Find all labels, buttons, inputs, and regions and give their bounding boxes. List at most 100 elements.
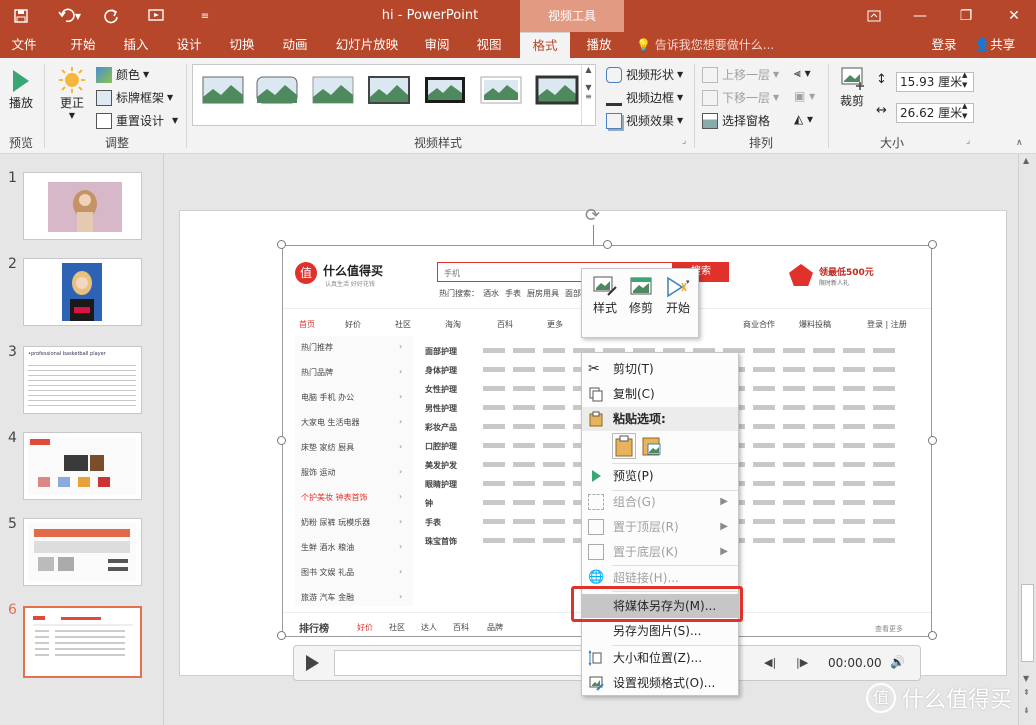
- menu-item-copy[interactable]: 复制(C): [582, 382, 738, 406]
- minimize-icon[interactable]: —: [904, 0, 936, 32]
- slide-image: [28, 523, 136, 581]
- menu-item-preview[interactable]: 预览(P): [582, 464, 738, 488]
- play-button[interactable]: 播放: [6, 68, 36, 111]
- resize-handle-w[interactable]: [277, 436, 286, 445]
- menu-label: 剪切(T): [613, 362, 654, 376]
- group-separator: [186, 64, 187, 148]
- align-icon[interactable]: ⫷ ▾: [794, 66, 811, 81]
- poster-frame-button[interactable]: 标牌框架 ▼: [96, 89, 173, 106]
- resize-handle-e[interactable]: [928, 436, 937, 445]
- tab-review[interactable]: 审阅: [414, 32, 460, 58]
- width-spinner[interactable]: ▲ ▼: [962, 101, 967, 121]
- mini-start-button[interactable]: ▾ 开始: [662, 275, 694, 335]
- resize-handle-ne[interactable]: [928, 240, 937, 249]
- ribbon-display-icon[interactable]: [858, 0, 890, 32]
- height-spinner[interactable]: ▲ ▼: [962, 70, 967, 90]
- menu-item-send-to-back[interactable]: 置于底层(K) ▶: [582, 540, 738, 564]
- video-border-button[interactable]: 视频边框 ▼: [606, 89, 683, 106]
- video-style-7[interactable]: [535, 73, 579, 109]
- tab-design[interactable]: 设计: [166, 32, 212, 58]
- paste-icon: [588, 411, 604, 427]
- slide-thumbnail-4[interactable]: [23, 432, 142, 500]
- video-style-3[interactable]: [311, 73, 355, 109]
- menu-item-cut[interactable]: ✂ 剪切(T): [582, 357, 738, 381]
- tab-home[interactable]: 开始: [58, 32, 108, 58]
- gallery-scroll[interactable]: ▲ ▼ ≡: [581, 65, 595, 125]
- send-backward-button[interactable]: 下移一层 ▼: [702, 89, 779, 106]
- restore-icon[interactable]: ❐: [950, 0, 982, 32]
- resize-handle-se[interactable]: [928, 631, 937, 640]
- scroll-thumb[interactable]: [1021, 584, 1034, 662]
- tab-animations[interactable]: 动画: [272, 32, 318, 58]
- tab-slideshow[interactable]: 幻灯片放映: [326, 32, 408, 58]
- resize-handle-sw[interactable]: [277, 631, 286, 640]
- dialog-launcher-icon[interactable]: ⌟: [966, 136, 970, 146]
- paste-keep-formatting-icon[interactable]: [612, 433, 636, 459]
- reset-design-button[interactable]: 重置设计 ▼: [96, 112, 178, 129]
- crop-button[interactable]: 裁剪: [836, 66, 868, 109]
- share-button[interactable]: 👤共享: [970, 32, 1020, 58]
- group-objects-icon[interactable]: ▣ ▾: [794, 89, 815, 103]
- video-style-5[interactable]: [423, 73, 467, 109]
- menu-item-format-video[interactable]: 设置视频格式(O)...: [582, 671, 738, 695]
- video-timeline[interactable]: [334, 650, 594, 676]
- collapse-ribbon-icon[interactable]: ∧: [1016, 138, 1023, 148]
- tab-playback[interactable]: 播放: [576, 32, 622, 58]
- login-link[interactable]: 登录: [926, 32, 962, 58]
- slide-thumbnail-6[interactable]: [23, 606, 142, 678]
- site-bottom-tab: 排行榜: [299, 624, 329, 635]
- slide-thumbnail-1[interactable]: [23, 172, 142, 240]
- video-play-icon[interactable]: [304, 654, 320, 675]
- video-style-4[interactable]: [367, 73, 411, 109]
- correct-label: 更正: [59, 96, 84, 110]
- bring-forward-button[interactable]: 上移一层 ▼: [702, 66, 779, 83]
- tab-transitions[interactable]: 切换: [219, 32, 265, 58]
- site-nav-right: 爆料投稿: [799, 320, 831, 329]
- tab-insert[interactable]: 插入: [112, 32, 160, 58]
- video-style-2[interactable]: [255, 73, 299, 109]
- resize-handle-n[interactable]: [603, 240, 612, 249]
- video-styles-gallery[interactable]: ▲ ▼ ≡: [192, 64, 596, 126]
- selection-pane-button[interactable]: 选择窗格: [702, 112, 770, 129]
- rotate-handle-icon[interactable]: ⟳: [585, 205, 600, 226]
- start-from-beginning-icon[interactable]: [142, 0, 172, 32]
- correct-button[interactable]: 更正 ▼: [54, 66, 90, 120]
- slide-thumbnail-3[interactable]: •professional basketball player: [23, 346, 142, 414]
- chevron-right-icon: ›: [399, 392, 403, 401]
- vertical-scrollbar[interactable]: ▲ ▼ ⇞ ⇟: [1018, 154, 1036, 725]
- tell-me-box[interactable]: 💡 告诉我您想要做什么...: [636, 32, 774, 58]
- video-shape-button[interactable]: 视频形状 ▼: [606, 66, 683, 83]
- scroll-down-icon[interactable]: ▼: [1023, 674, 1029, 683]
- next-slide-icon[interactable]: ⇟: [1023, 706, 1030, 715]
- video-style-6[interactable]: [479, 73, 523, 109]
- rotate-icon[interactable]: ◭ ▾: [794, 112, 813, 126]
- redo-icon[interactable]: [96, 0, 126, 32]
- customize-qat-icon[interactable]: ≡: [190, 0, 220, 32]
- start-playback-icon: ▾: [667, 276, 690, 298]
- tab-file[interactable]: 文件: [0, 32, 48, 58]
- menu-item-bring-to-front[interactable]: 置于顶层(R) ▶: [582, 515, 738, 539]
- slide-thumbnail-5[interactable]: [23, 518, 142, 586]
- mini-trim-button[interactable]: 修剪: [626, 275, 656, 335]
- volume-icon[interactable]: 🔊: [890, 655, 905, 669]
- undo-dropdown-icon[interactable]: ▼: [70, 0, 86, 32]
- tab-format[interactable]: 格式: [520, 32, 570, 58]
- resize-handle-nw[interactable]: [277, 240, 286, 249]
- scroll-up-icon[interactable]: ▲: [1023, 156, 1029, 165]
- menu-item-save-as-picture[interactable]: 另存为图片(S)...: [582, 619, 738, 643]
- menu-item-group[interactable]: 组合(G) ▶: [582, 490, 738, 514]
- save-icon[interactable]: [6, 0, 36, 32]
- slide-thumbnail-2[interactable]: [23, 258, 142, 326]
- step-back-icon[interactable]: ◀|: [764, 656, 776, 669]
- color-button[interactable]: 颜色 ▼: [96, 66, 149, 83]
- video-effects-button[interactable]: 视频效果 ▼: [606, 112, 683, 129]
- step-forward-icon[interactable]: |▶: [796, 656, 808, 669]
- video-style-1[interactable]: [201, 73, 245, 109]
- menu-item-size-position[interactable]: 大小和位置(Z)...: [582, 646, 738, 670]
- paste-as-picture-icon[interactable]: [640, 433, 664, 459]
- prev-slide-icon[interactable]: ⇞: [1023, 688, 1030, 697]
- tab-view[interactable]: 视图: [466, 32, 512, 58]
- mini-style-button[interactable]: 样式: [590, 275, 620, 335]
- dialog-launcher-icon[interactable]: ⌟: [682, 136, 686, 146]
- close-icon[interactable]: ✕: [998, 0, 1030, 32]
